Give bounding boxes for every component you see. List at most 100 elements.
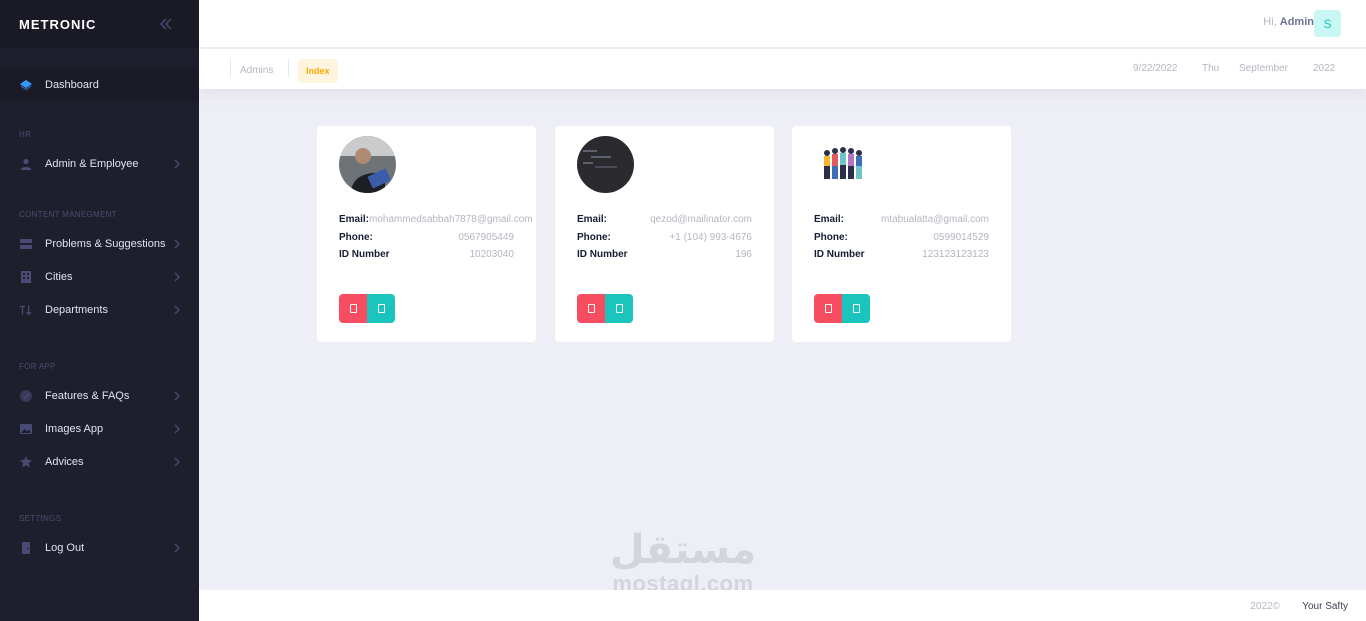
id-row: ID Number 10203040 xyxy=(339,249,514,263)
star-icon xyxy=(19,455,33,469)
sidebar-item-images[interactable]: Images App xyxy=(0,412,199,445)
phone-value: +1 (104) 993-4676 xyxy=(669,232,752,243)
phone-row: Phone: 0599014529 xyxy=(814,232,989,246)
id-label: ID Number xyxy=(339,249,390,260)
chevron-right-icon xyxy=(174,272,180,281)
email-value: mohammedsabbah7878@gmail.com xyxy=(369,214,533,225)
sidebar-item-label: Dashboard xyxy=(45,78,99,91)
admin-photo xyxy=(814,136,871,193)
id-value: 196 xyxy=(735,249,752,260)
top-header: Hi, Admin S xyxy=(199,0,1366,48)
trash-icon xyxy=(587,304,595,313)
id-value: 123123123123 xyxy=(922,249,989,260)
section-app: FOR APP xyxy=(19,362,56,371)
sidebar-item-dashboard[interactable]: Dashboard xyxy=(0,68,199,101)
sidebar-item-features[interactable]: Features & FAQs xyxy=(0,379,199,412)
edit-button[interactable] xyxy=(605,294,633,323)
user-greeting[interactable]: Hi, Admin xyxy=(1263,16,1314,28)
id-row: ID Number 196 xyxy=(577,249,752,263)
sidebar-item-label: Images App xyxy=(45,422,104,435)
footer: 2022© Your Safty xyxy=(199,590,1366,621)
email-row: Email: mohammedsabbah7878@gmail.com xyxy=(339,214,533,228)
breadcrumb-separator xyxy=(288,59,289,77)
chevron-right-icon xyxy=(174,305,180,314)
edit-icon xyxy=(377,304,385,313)
sidebar-item-admin-employee[interactable]: Admin & Employee xyxy=(0,147,199,180)
image-icon xyxy=(19,422,33,436)
section-hr: HR xyxy=(19,130,32,139)
sidebar-item-problems[interactable]: Problems & Suggestions xyxy=(0,227,199,260)
edit-button[interactable] xyxy=(842,294,870,323)
current-day: Thu xyxy=(1202,63,1220,74)
chevron-right-icon xyxy=(174,239,180,248)
greeting-username: Admin xyxy=(1279,16,1314,28)
phone-label: Phone: xyxy=(577,232,611,243)
phone-row: Phone: +1 (104) 993-4676 xyxy=(577,232,752,246)
edit-icon xyxy=(852,304,860,313)
check-circle-icon xyxy=(19,389,33,403)
breadcrumb-admins[interactable]: Admins xyxy=(240,65,273,76)
email-value: qezod@mailinator.com xyxy=(650,214,752,225)
door-icon xyxy=(19,541,33,555)
section-content: CONTENT MANEGMENT xyxy=(19,210,117,219)
brand-row: METRONIC xyxy=(0,0,199,48)
id-label: ID Number xyxy=(577,249,628,260)
email-label: Email: xyxy=(814,214,845,225)
edit-button[interactable] xyxy=(367,294,395,323)
sidebar-item-cities[interactable]: Cities xyxy=(0,260,199,293)
sidebar-item-label: Admin & Employee xyxy=(45,157,139,170)
sidebar-item-departments[interactable]: Departments xyxy=(0,293,199,326)
breadcrumb-index[interactable]: Index xyxy=(298,59,338,83)
email-label: Email: xyxy=(577,214,608,225)
sidebar-item-logout[interactable]: Log Out xyxy=(0,531,199,564)
sidebar-item-label: Cities xyxy=(45,270,73,283)
card-actions xyxy=(577,294,633,323)
id-row: ID Number 123123123123 xyxy=(814,249,989,263)
edit-icon xyxy=(615,304,623,313)
greeting-text: Hi, xyxy=(1263,16,1277,28)
delete-button[interactable] xyxy=(339,294,367,323)
id-value: 10203040 xyxy=(469,249,515,260)
sidebar-item-label: Departments xyxy=(45,303,108,316)
watermark: مستقل mostaql.com xyxy=(600,528,766,596)
id-label: ID Number xyxy=(814,249,865,260)
phone-value: 0567905449 xyxy=(458,232,514,243)
sidebar-item-advices[interactable]: Advices xyxy=(0,445,199,478)
building-icon xyxy=(19,270,33,284)
sidebar-item-label: Features & FAQs xyxy=(45,389,130,402)
phone-label: Phone: xyxy=(339,232,373,243)
admin-card: Email: qezod@mailinator.com Phone: +1 (1… xyxy=(555,126,774,342)
watermark-arabic: مستقل xyxy=(609,527,757,573)
current-date: 9/22/2022 xyxy=(1133,63,1178,74)
card-actions xyxy=(814,294,870,323)
delete-button[interactable] xyxy=(814,294,842,323)
email-row: Email: qezod@mailinator.com xyxy=(577,214,752,228)
user-avatar[interactable]: S xyxy=(1314,10,1341,37)
sidebar-nav: Dashboard HR Admin & Employee CONTENT MA… xyxy=(0,48,199,564)
admin-card: Email: mtabualatta@gmail.com Phone: 0599… xyxy=(792,126,1011,342)
phone-row: Phone: 0567905449 xyxy=(339,232,514,246)
sidebar-item-label: Advices xyxy=(45,455,84,468)
server-icon xyxy=(19,237,33,251)
email-label: Email: xyxy=(339,214,370,225)
footer-brand-link[interactable]: Your Safty xyxy=(1302,601,1348,612)
layers-icon xyxy=(19,78,33,92)
chevron-right-icon xyxy=(174,457,180,466)
phone-value: 0599014529 xyxy=(933,232,989,243)
chevron-right-icon xyxy=(174,159,180,168)
current-year: 2022 xyxy=(1313,63,1336,74)
admin-photo xyxy=(339,136,396,193)
sidebar-item-label: Log Out xyxy=(45,541,85,554)
card-actions xyxy=(339,294,395,323)
admin-photo xyxy=(577,136,634,193)
chevron-right-icon xyxy=(174,391,180,400)
brand-logo[interactable]: METRONIC xyxy=(19,17,96,32)
current-month: September xyxy=(1239,63,1288,74)
section-settings: SETTINGS xyxy=(19,514,62,523)
delete-button[interactable] xyxy=(577,294,605,323)
footer-year: 2022© xyxy=(1250,601,1280,612)
sort-arrows-icon xyxy=(19,303,33,317)
double-chevron-left-icon[interactable] xyxy=(159,17,173,31)
user-icon xyxy=(19,157,33,171)
trash-icon xyxy=(824,304,832,313)
